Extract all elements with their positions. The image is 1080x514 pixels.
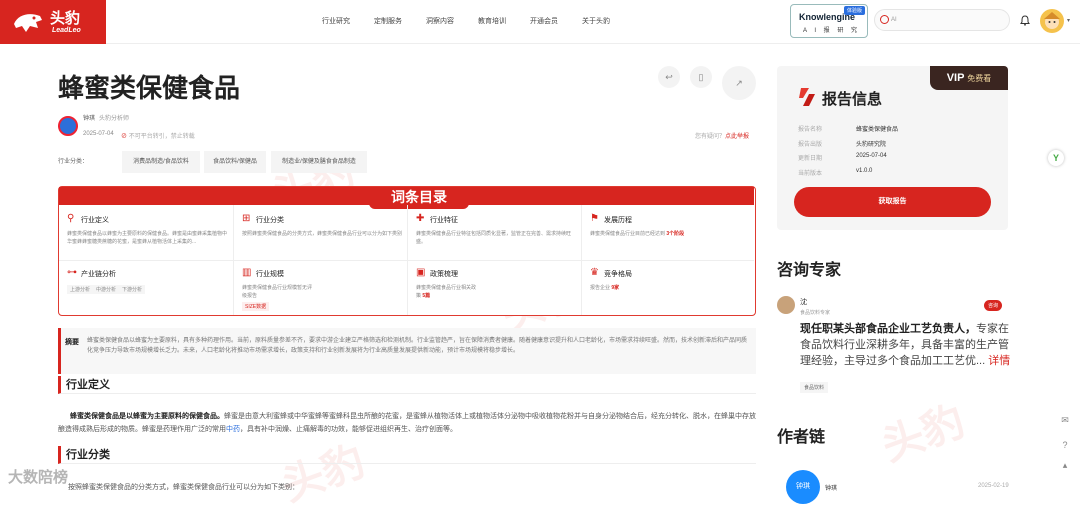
industry-tag[interactable]: 消费品制造/食品饮料 bbox=[122, 151, 200, 173]
assistant-icon[interactable]: Y bbox=[1048, 150, 1064, 166]
nav-insight[interactable]: 洞察内容 bbox=[426, 16, 454, 26]
expert-description: 现任职某头部食品企业工艺负责人，专家在食品饮料行业深耕多年，具备丰富的生产管理经… bbox=[800, 323, 1011, 367]
restriction-notice: ⊘ 不可平台转引，禁止转载 bbox=[121, 134, 195, 140]
chain-pill[interactable]: 上游分析 bbox=[67, 285, 94, 294]
nav-industry-research[interactable]: 行业研究 bbox=[322, 16, 350, 26]
chain-author-avatar[interactable]: 钟琪 bbox=[786, 470, 820, 504]
report-prompt: 您有疑问？点此举报 bbox=[695, 134, 750, 140]
section-definition-heading: 行业定义 bbox=[58, 376, 756, 394]
chevron-down-icon[interactable]: ▾ bbox=[1067, 17, 1070, 24]
expert-avatar[interactable] bbox=[777, 296, 795, 314]
bar-chart-icon: ▥ bbox=[242, 267, 252, 278]
dir-item-competition[interactable]: ♛ 竞争格局 报告企业 9家 bbox=[582, 263, 756, 317]
expert-more-link[interactable]: 详情 bbox=[988, 355, 1010, 367]
crown-icon: ♛ bbox=[590, 267, 599, 278]
report-link[interactable]: 点此举报 bbox=[725, 134, 749, 140]
nav-education[interactable]: 教育培训 bbox=[478, 16, 506, 26]
bell-icon[interactable] bbox=[1020, 15, 1030, 26]
search-icon: ⚲ bbox=[67, 213, 75, 224]
summary-text: 蜂蜜类保健食品以蜂蜜为主要原料，具有多种药理作用。当前，原料质量参差不齐，要求中… bbox=[87, 338, 748, 354]
flag-icon: ⚑ bbox=[590, 213, 599, 224]
info-key: 更新日期 bbox=[798, 156, 823, 162]
expert-field: 食品饮料专家 bbox=[800, 310, 831, 316]
leopard-logo-icon bbox=[14, 14, 42, 33]
dir-item-policy[interactable]: ▣ 政策梳理 蜂蜜类保健食品行业相关政策 5篇 bbox=[408, 263, 582, 317]
chain-pill[interactable]: 中游分析 bbox=[93, 285, 120, 294]
nav-about[interactable]: 关于头豹 bbox=[582, 16, 610, 26]
info-value: v1.0.0 bbox=[856, 168, 873, 174]
consult-button[interactable]: 咨询 bbox=[984, 300, 1003, 311]
author-org: 头豹分析师 bbox=[99, 116, 130, 122]
search-icon bbox=[880, 15, 889, 24]
author-name[interactable]: 钟琪 bbox=[83, 113, 95, 122]
publish-date: 2025-07-04 bbox=[83, 131, 114, 137]
chat-icon[interactable]: ✉ bbox=[1056, 415, 1074, 433]
term-link[interactable]: 中药 bbox=[226, 426, 240, 433]
definition-text: 蜂蜜类保健食品是以蜂蜜为主要原料的保健食品。蜂蜜是由意大利蜜蜂或中华蜜蜂等蜜蜂科… bbox=[58, 413, 756, 433]
logo-text-en: LeadLeo bbox=[52, 27, 81, 34]
chain-date: 2025-02-19 bbox=[978, 483, 1009, 489]
nav-membership[interactable]: 开通会员 bbox=[530, 16, 558, 26]
dir-item-definition[interactable]: ⚲ 行业定义 蜂蜜类保健食品以蜂蜜为主要原料的保健食品。蜂蜜是由蜜蜂采集植物中华… bbox=[59, 209, 233, 263]
dir-item-history[interactable]: ⚑ 发展历程 蜂蜜类保健食品行业目前已经达到 3个阶段 bbox=[582, 209, 756, 263]
feature-icon: ✚ bbox=[416, 213, 425, 224]
no-icon: ⊘ bbox=[121, 134, 128, 140]
watermark-logo: 头豹 bbox=[875, 396, 971, 470]
entry-directory: 词条目录 ⚲ 行业定义 蜂蜜类保健食品以蜂蜜为主要原料的保健食品。蜂蜜是由蜜蜂采… bbox=[58, 186, 756, 316]
chain-icon: ⊶ bbox=[67, 267, 77, 278]
summary-label: 摘要 bbox=[65, 339, 79, 346]
info-value: 2025-07-04 bbox=[856, 153, 887, 159]
dir-item-features[interactable]: ✚ 行业特征 蜂蜜类保健食品行业特征包括同质化显著，监管正在完善、需求持续旺盛。 bbox=[408, 209, 582, 263]
logo-text-cn: 头豹 bbox=[50, 9, 81, 27]
expert-tag[interactable]: 食品饮料 bbox=[800, 382, 829, 393]
search-placeholder: AI bbox=[891, 17, 897, 23]
chain-author-name[interactable]: 钟琪 bbox=[825, 483, 837, 492]
report-logo-icon bbox=[799, 88, 815, 106]
get-report-button[interactable]: 获取报告 bbox=[794, 187, 991, 217]
dir-item-scale[interactable]: ▥ 行业规模 蜂蜜类保健食品行业规模暂无评级报告 SIZE数据 bbox=[234, 263, 408, 317]
summary-box: 摘要 蜂蜜类保健食品以蜂蜜为主要原料，具有多种药理作用。当前，原料质量参差不齐，… bbox=[58, 328, 756, 374]
back-to-top-icon[interactable]: ▴ bbox=[1056, 460, 1074, 478]
expert-heading: 咨询专家 bbox=[777, 262, 842, 279]
vip-badge[interactable]: VIP 免费看 bbox=[930, 66, 1008, 90]
report-info-title: 报告信息 bbox=[822, 91, 883, 108]
info-value: 蜂蜜类保健食品 bbox=[856, 127, 899, 133]
bookmark-icon[interactable]: ▯ bbox=[690, 66, 712, 88]
help-icon[interactable]: ? bbox=[1056, 440, 1074, 458]
industry-label: 行业分类： bbox=[58, 159, 89, 165]
watermark-logo: 头豹 bbox=[275, 436, 371, 510]
industry-tag[interactable]: 制造业/保健及膳食食品制造 bbox=[271, 151, 367, 173]
industry-tag[interactable]: 食品饮料/保健品 bbox=[204, 151, 266, 173]
knowlengine-name: Knowlengine bbox=[799, 12, 855, 22]
page-title: 蜂蜜类保健食品 bbox=[58, 74, 241, 104]
share-icon[interactable]: ↩ bbox=[658, 66, 680, 88]
knowlengine-button[interactable]: 体验版 Knowlengine A I 报 研 究 bbox=[790, 4, 868, 38]
search-input[interactable]: AI bbox=[874, 9, 1010, 31]
corner-watermark: 大数陪榜 bbox=[8, 469, 69, 486]
directory-title: 词条目录 bbox=[369, 187, 469, 209]
info-key: 报告名称 bbox=[798, 127, 823, 133]
user-avatar[interactable] bbox=[1040, 9, 1064, 33]
info-value: 头豹研究院 bbox=[856, 142, 887, 148]
nav-custom-service[interactable]: 定制服务 bbox=[374, 16, 402, 26]
chain-pill[interactable]: 下游分析 bbox=[119, 285, 146, 294]
info-key: 当前版本 bbox=[798, 171, 823, 177]
dir-item-chain[interactable]: ⊶ 产业链分析 上游分析 中游分析 下游分析 bbox=[59, 263, 233, 317]
expert-name[interactable]: 沈 bbox=[800, 297, 807, 307]
info-key: 报告出版 bbox=[798, 142, 823, 148]
classification-text: 按照蜂蜜类保健食品的分类方式，蜂蜜类保健食品行业可以分为如下类别： bbox=[68, 484, 299, 491]
size-data-link[interactable]: SIZE数据 bbox=[242, 302, 270, 311]
dir-item-classification[interactable]: ⊞ 行业分类 按照蜂蜜类保健食品的分类方式，蜂蜜类保健食品行业可以分为如下类别 bbox=[234, 209, 408, 263]
open-external-icon[interactable]: ↗ bbox=[722, 66, 756, 100]
author-chain-heading: 作者链 bbox=[777, 429, 826, 446]
document-icon: ▣ bbox=[416, 267, 426, 278]
knowlengine-sub: A I 报 研 究 bbox=[803, 28, 861, 34]
section-classification-heading: 行业分类 bbox=[58, 446, 756, 464]
top-header: 头豹 LeadLeo 行业研究 定制服务 洞察内容 教育培训 开通会员 关于头豹… bbox=[0, 0, 1080, 44]
grid-icon: ⊞ bbox=[242, 213, 251, 224]
author-avatar[interactable] bbox=[58, 116, 78, 136]
leadleo-logo[interactable]: 头豹 LeadLeo bbox=[0, 0, 106, 44]
